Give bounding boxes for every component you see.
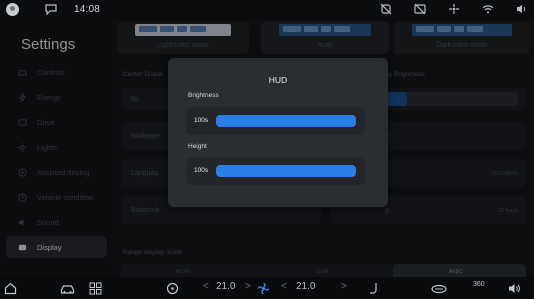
hud-height-slider[interactable] bbox=[216, 165, 356, 177]
screen-off-icon bbox=[414, 3, 426, 15]
seat-heat-icon[interactable] bbox=[368, 282, 381, 295]
car-view-icon[interactable] bbox=[430, 282, 448, 295]
fan-icon bbox=[449, 4, 459, 14]
apps-grid-icon[interactable] bbox=[89, 282, 102, 295]
dialog-title: HUD bbox=[268, 75, 288, 85]
left-temp-down-icon[interactable]: < bbox=[203, 281, 209, 292]
slider-fill bbox=[216, 165, 356, 177]
car-icon[interactable] bbox=[60, 282, 75, 295]
brightness-label: Brightness bbox=[188, 92, 219, 99]
volume-icon[interactable] bbox=[508, 282, 521, 295]
hud-brightness-row: 100s bbox=[186, 107, 365, 135]
home-icon[interactable] bbox=[4, 282, 17, 295]
hud-dialog: HUD Brightness 100s Height 100s bbox=[168, 58, 388, 207]
slider-fill bbox=[216, 115, 356, 127]
right-temperature: 21.0 bbox=[296, 281, 316, 292]
hud-height-value: 100s bbox=[194, 167, 209, 174]
right-temp-down-icon[interactable]: < bbox=[281, 281, 287, 292]
bottom-bar: < 21.0 > < 21.0 > 360 bbox=[0, 277, 534, 299]
camera-360-badge[interactable]: 360 bbox=[473, 281, 485, 288]
message-icon[interactable] bbox=[44, 3, 58, 15]
status-time: 14:08 bbox=[74, 4, 101, 15]
hud-brightness-slider[interactable] bbox=[216, 115, 356, 127]
avatar-icon[interactable] bbox=[6, 3, 19, 16]
left-temperature: 21.0 bbox=[216, 281, 236, 292]
fan-icon[interactable] bbox=[257, 282, 270, 295]
volume-icon bbox=[517, 5, 526, 13]
no-signal-icon bbox=[380, 3, 392, 15]
steering-wheel-icon[interactable] bbox=[166, 282, 179, 295]
wifi-icon bbox=[482, 5, 494, 14]
left-temp-up-icon[interactable]: > bbox=[245, 281, 251, 292]
hud-height-row: 100s bbox=[186, 157, 365, 185]
height-label: Height bbox=[188, 143, 207, 150]
status-icons bbox=[380, 3, 528, 15]
hud-brightness-value: 100s bbox=[194, 117, 209, 124]
status-bar: 14:08 bbox=[0, 0, 534, 20]
right-temp-up-icon[interactable]: > bbox=[341, 281, 347, 292]
